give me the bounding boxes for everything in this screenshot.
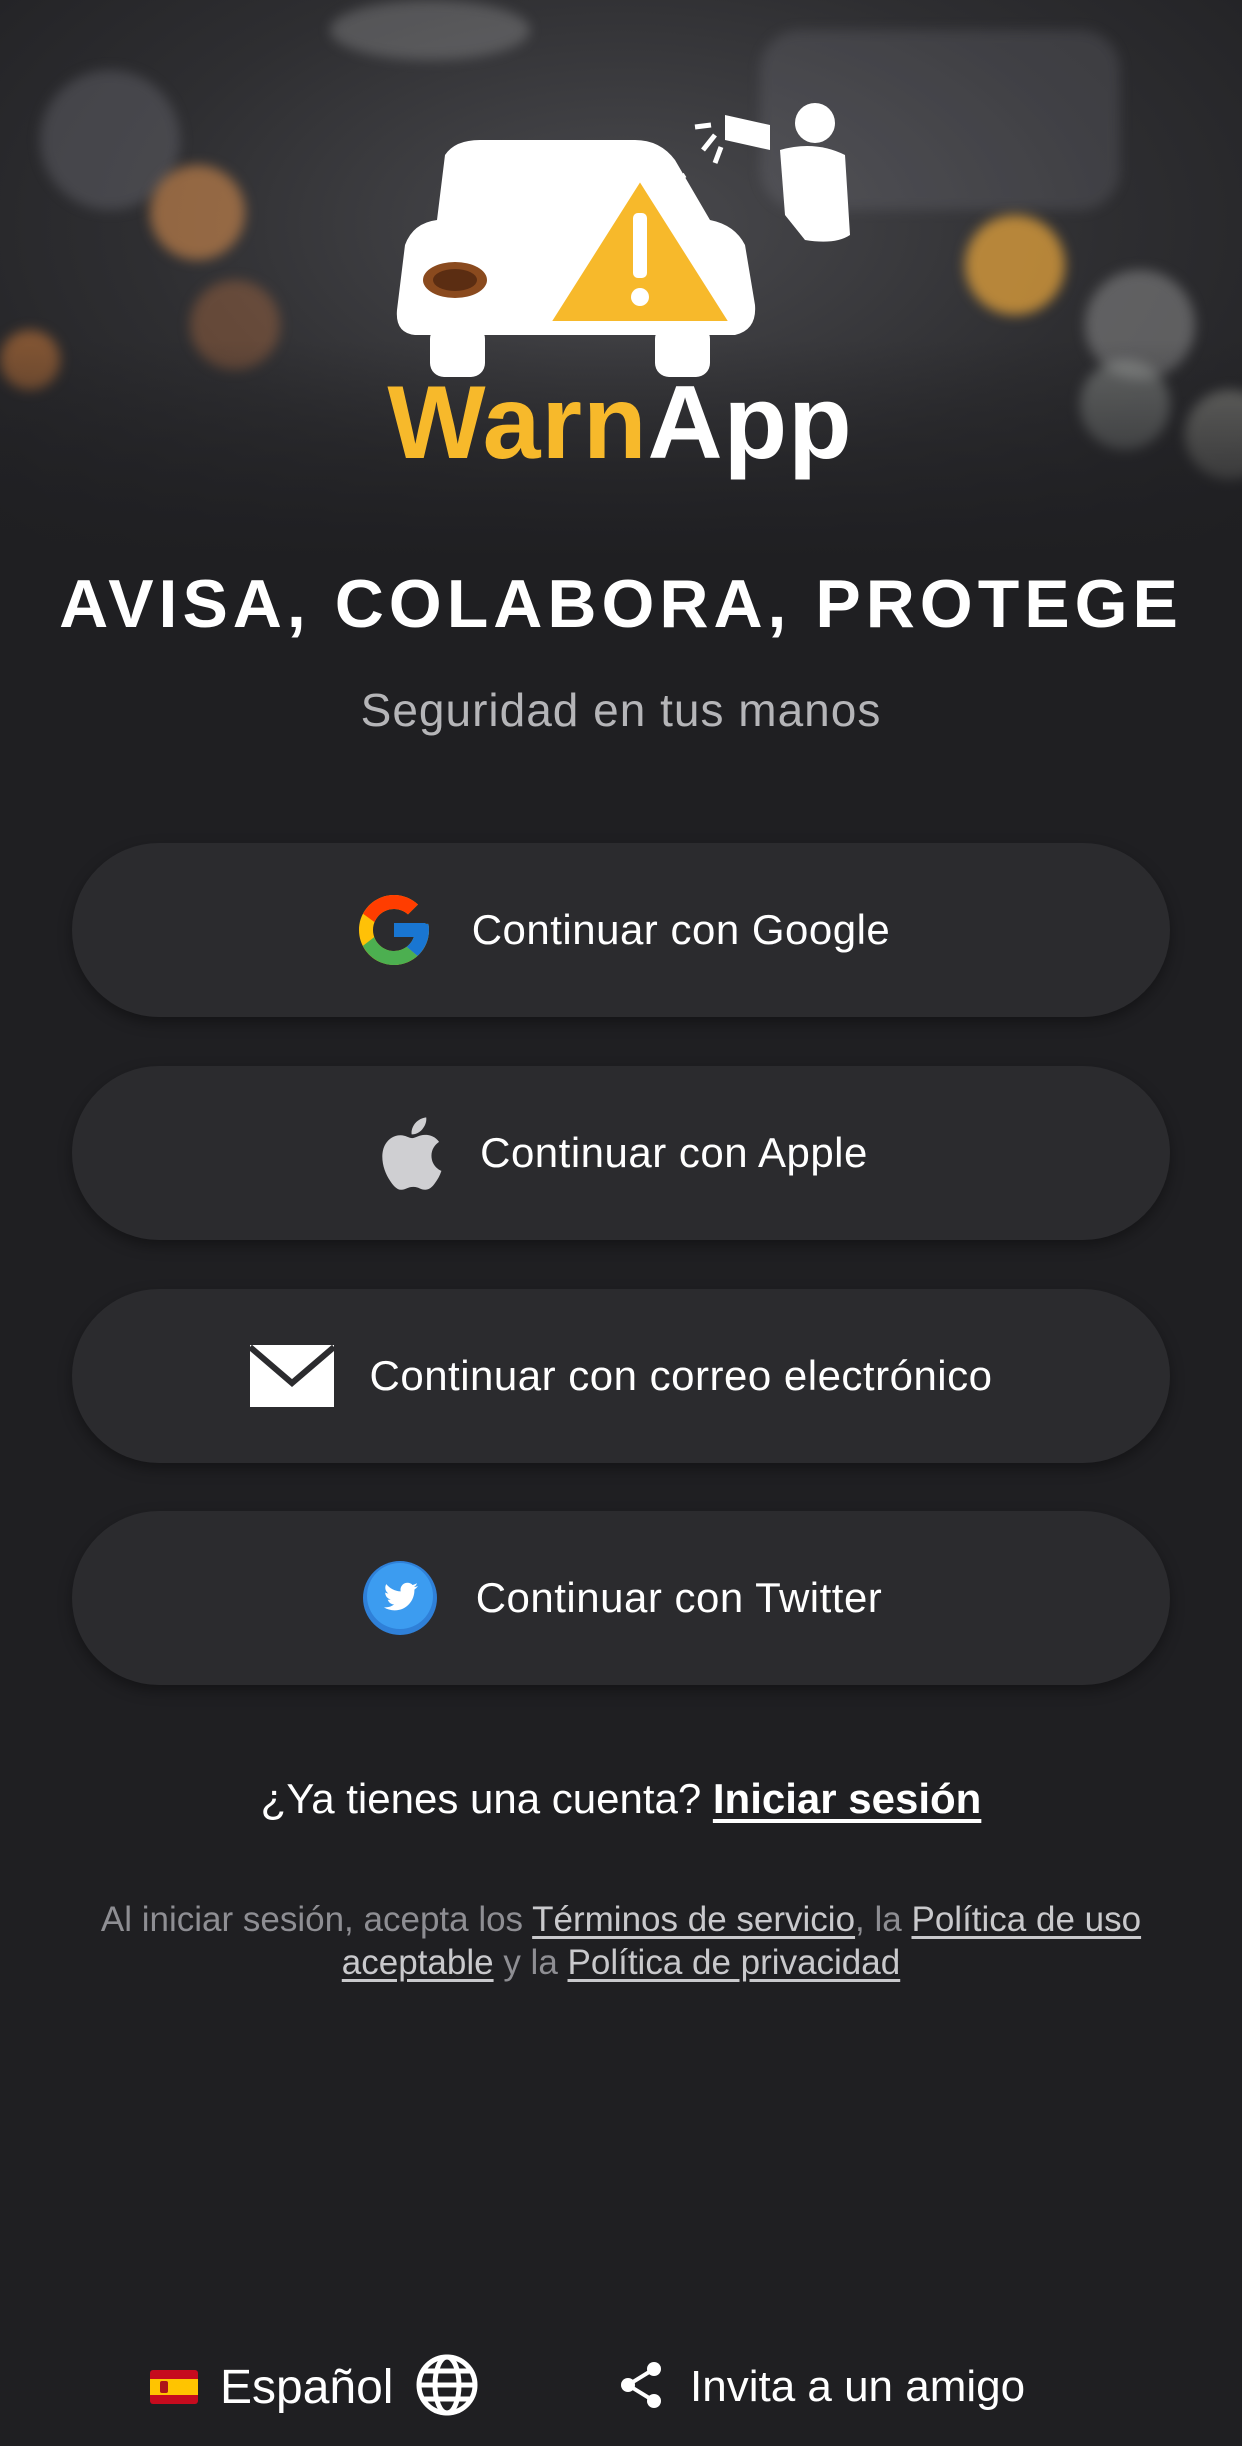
continue-email-label: Continuar con correo electrónico (369, 1352, 993, 1399)
app-logo: WarnApp (385, 95, 855, 495)
invite-friend-button[interactable]: Invita a un amigo (618, 2352, 1025, 2422)
envelope-icon (249, 1345, 334, 1407)
legal-separator-1: , la (855, 1900, 902, 1939)
language-label: Español (220, 2360, 394, 2414)
logo-text-app: App (647, 365, 853, 481)
legal-prefix: Al iniciar sesión, acepta los (100, 1900, 524, 1939)
twitter-icon (360, 1558, 440, 1638)
signin-prompt: ¿Ya tienes una cuenta? (260, 1775, 702, 1822)
continue-email-button[interactable]: Continuar con correo electrónico (72, 1289, 1170, 1463)
app-logo-text: WarnApp (385, 371, 855, 475)
share-icon (618, 2360, 664, 2415)
legal-notice: Al iniciar sesión, acepta los Términos d… (80, 1898, 1162, 1984)
subtitle: Seguridad en tus manos (360, 684, 882, 736)
continue-google-button[interactable]: Continuar con Google (72, 843, 1170, 1017)
apple-icon (374, 1111, 444, 1195)
privacy-policy-link[interactable]: Política de privacidad (568, 1943, 901, 1982)
continue-twitter-label: Continuar con Twitter (475, 1574, 883, 1621)
logo-text-warn: Warn (387, 365, 648, 481)
signin-row: ¿Ya tienes una cuenta? Iniciar sesión (0, 1775, 1242, 1823)
continue-google-label: Continuar con Google (471, 906, 891, 953)
invite-friend-label: Invita a un amigo (690, 2362, 1026, 2411)
tagline: AVISA, COLABORA, PROTEGE (59, 566, 1183, 642)
terms-of-service-link[interactable]: Términos de servicio (532, 1900, 855, 1939)
spain-flag-icon (150, 2370, 198, 2404)
login-screen: WarnApp AVISA, COLABORA, PROTEGE Segurid… (0, 0, 1242, 2446)
signin-link[interactable]: Iniciar sesión (713, 1775, 981, 1822)
language-selector[interactable]: Español (150, 2352, 479, 2422)
google-icon (352, 888, 436, 972)
continue-twitter-button[interactable]: Continuar con Twitter (72, 1511, 1170, 1685)
legal-separator-2: y la (503, 1943, 558, 1982)
continue-apple-label: Continuar con Apple (480, 1129, 868, 1176)
continue-apple-button[interactable]: Continuar con Apple (72, 1066, 1170, 1240)
globe-icon (415, 2353, 479, 2422)
